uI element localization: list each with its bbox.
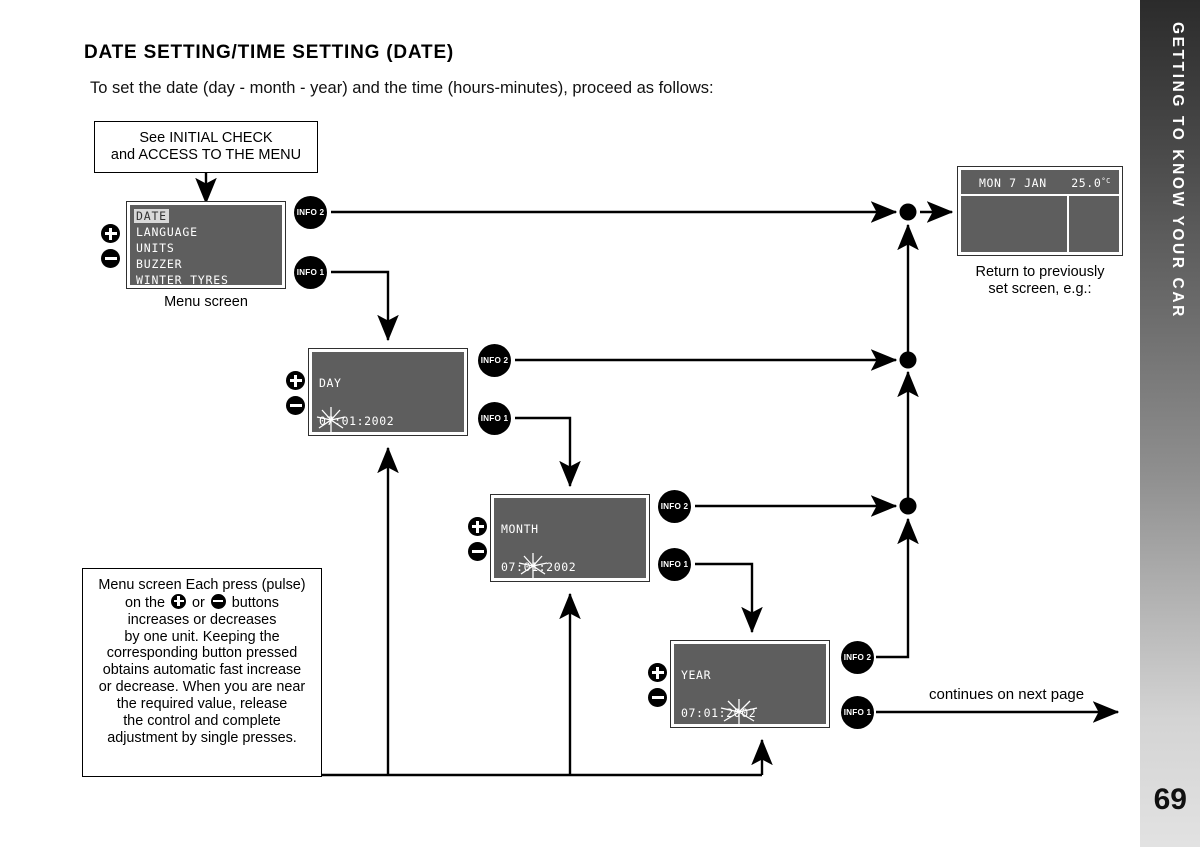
junction-dot-top <box>899 203 917 221</box>
minus-button-month[interactable] <box>468 542 487 561</box>
continues-next-page-label: continues on next page <box>929 686 1085 703</box>
note-line9: the control and complete <box>123 712 281 729</box>
return-caption-line1: Return to previously <box>975 264 1105 280</box>
note-line6: obtains automatic fast increase <box>102 662 302 679</box>
info2-button-year[interactable]: INFO 2 <box>841 641 874 674</box>
junction-dot-middle <box>899 351 917 369</box>
info1-button-month[interactable]: INFO 1 <box>658 548 691 581</box>
return-screen-vdivider <box>1067 194 1069 252</box>
minus-icon-note <box>210 593 226 609</box>
return-caption-line2: set screen, e.g.: <box>988 280 1092 297</box>
year-static-digits: 07:01: <box>681 706 727 720</box>
note-line7: or decrease. When you are near <box>98 679 306 696</box>
return-screen-hdivider <box>961 194 1119 196</box>
page-title: DATE SETTING/TIME SETTING (DATE) <box>84 42 455 63</box>
menu-item-buzzer[interactable]: BUZZER <box>136 257 182 271</box>
year-screen-value: 07:01:2002 <box>681 706 756 720</box>
manual-page: DATE SETTING/TIME SETTING (DATE) To set … <box>0 0 1200 847</box>
intro-text: To set the date (day - month - year) and… <box>90 79 714 97</box>
month-static-digits-post: :2002 <box>538 560 577 574</box>
year-flashing-digits: 2002 <box>726 706 757 720</box>
page-number: 69 <box>1153 783 1187 816</box>
plus-icon-note <box>171 593 186 609</box>
temperature-unit: °C <box>1101 177 1111 185</box>
month-screen: MONTH 07:01:2002 <box>490 494 650 582</box>
plus-button-month[interactable] <box>468 517 487 536</box>
note-line8: the required value, release <box>116 695 288 712</box>
junction-dot-lower <box>899 497 917 515</box>
info1-button-year[interactable]: INFO 1 <box>841 696 874 729</box>
start-box-line1: See INITIAL CHECK <box>139 130 273 147</box>
info2-button-day[interactable]: INFO 2 <box>478 344 511 377</box>
month-static-digits-pre: 07: <box>501 560 524 574</box>
return-screen-temperature: 25.0°C <box>1071 176 1111 190</box>
temperature-value: 25.0 <box>1071 176 1102 190</box>
note-line2-c: buttons <box>231 594 280 611</box>
note-line1: Menu screen Each press (pulse) <box>98 577 306 593</box>
note-line2-b: or <box>192 594 205 611</box>
menu-item-units[interactable]: UNITS <box>136 241 175 255</box>
minus-button-year[interactable] <box>648 688 667 707</box>
year-screen: YEAR 07:01:2002 <box>670 640 830 728</box>
return-screen-caption: Return to previously set screen, e.g.: <box>947 264 1133 297</box>
day-screen: DAY 07:01:2002 <box>308 348 468 436</box>
section-tab-label: GETTING TO KNOW YOUR CAR <box>1169 22 1186 319</box>
plus-button-year[interactable] <box>648 663 667 682</box>
month-flashing-digits: 01 <box>523 560 539 574</box>
menu-item-language[interactable]: LANGUAGE <box>136 225 198 239</box>
info2-button-month[interactable]: INFO 2 <box>658 490 691 523</box>
note-line3: increases or decreases <box>127 611 277 628</box>
start-box: See INITIAL CHECK and ACCESS TO THE MENU <box>94 121 318 173</box>
info1-button-menu[interactable]: INFO 1 <box>294 256 327 289</box>
menu-screen-caption: Menu screen <box>164 294 248 310</box>
note-line5: corresponding button pressed <box>106 645 298 662</box>
note-line4: by one unit. Keeping the <box>124 628 280 645</box>
info2-button-menu[interactable]: INFO 2 <box>294 196 327 229</box>
return-screen-date: MON 7 JAN <box>979 176 1047 190</box>
minus-button-menu[interactable] <box>101 249 120 268</box>
day-screen-value: 07:01:2002 <box>319 414 394 428</box>
month-screen-label: MONTH <box>501 522 539 536</box>
plus-button-day[interactable] <box>286 371 305 390</box>
day-flashing-digits: 07 <box>319 414 335 428</box>
start-box-line2: and ACCESS TO THE MENU <box>110 147 302 163</box>
day-static-digits: :01:2002 <box>334 414 395 428</box>
menu-screen: DATE LANGUAGE UNITS BUZZER WINTER TYRES <box>126 201 286 289</box>
plus-button-menu[interactable] <box>101 224 120 243</box>
day-screen-label: DAY <box>319 376 342 390</box>
return-screen: MON 7 JAN 25.0°C <box>957 166 1123 256</box>
menu-item-winter-tyres[interactable]: WINTER TYRES <box>136 273 229 287</box>
note-box: Menu screen Each press (pulse) on the or… <box>82 568 322 777</box>
section-tab: GETTING TO KNOW YOUR CAR 69 <box>1140 0 1200 847</box>
note-line2-a: on the <box>124 594 165 611</box>
minus-button-day[interactable] <box>286 396 305 415</box>
month-screen-value: 07:01:2002 <box>501 560 576 574</box>
menu-item-date[interactable]: DATE <box>134 209 169 223</box>
year-screen-label: YEAR <box>681 668 712 682</box>
note-line10: adjustment by single presses. <box>107 729 297 746</box>
info1-button-day[interactable]: INFO 1 <box>478 402 511 435</box>
